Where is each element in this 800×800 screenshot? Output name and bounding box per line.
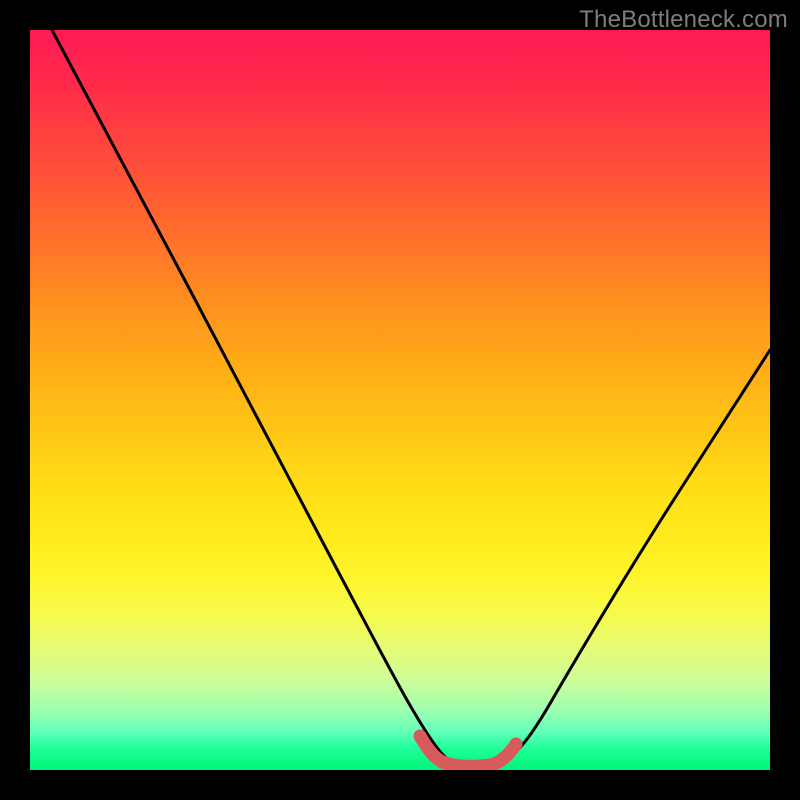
watermark-text: TheBottleneck.com bbox=[579, 6, 788, 34]
plot-area bbox=[30, 30, 770, 770]
plot-svg bbox=[30, 30, 770, 770]
bottleneck-curve bbox=[52, 30, 770, 765]
minimum-band-start-dot bbox=[414, 730, 427, 743]
minimum-band-marker bbox=[420, 736, 516, 766]
chart-frame: TheBottleneck.com bbox=[0, 0, 800, 800]
minimum-band-end-dot bbox=[510, 738, 523, 751]
